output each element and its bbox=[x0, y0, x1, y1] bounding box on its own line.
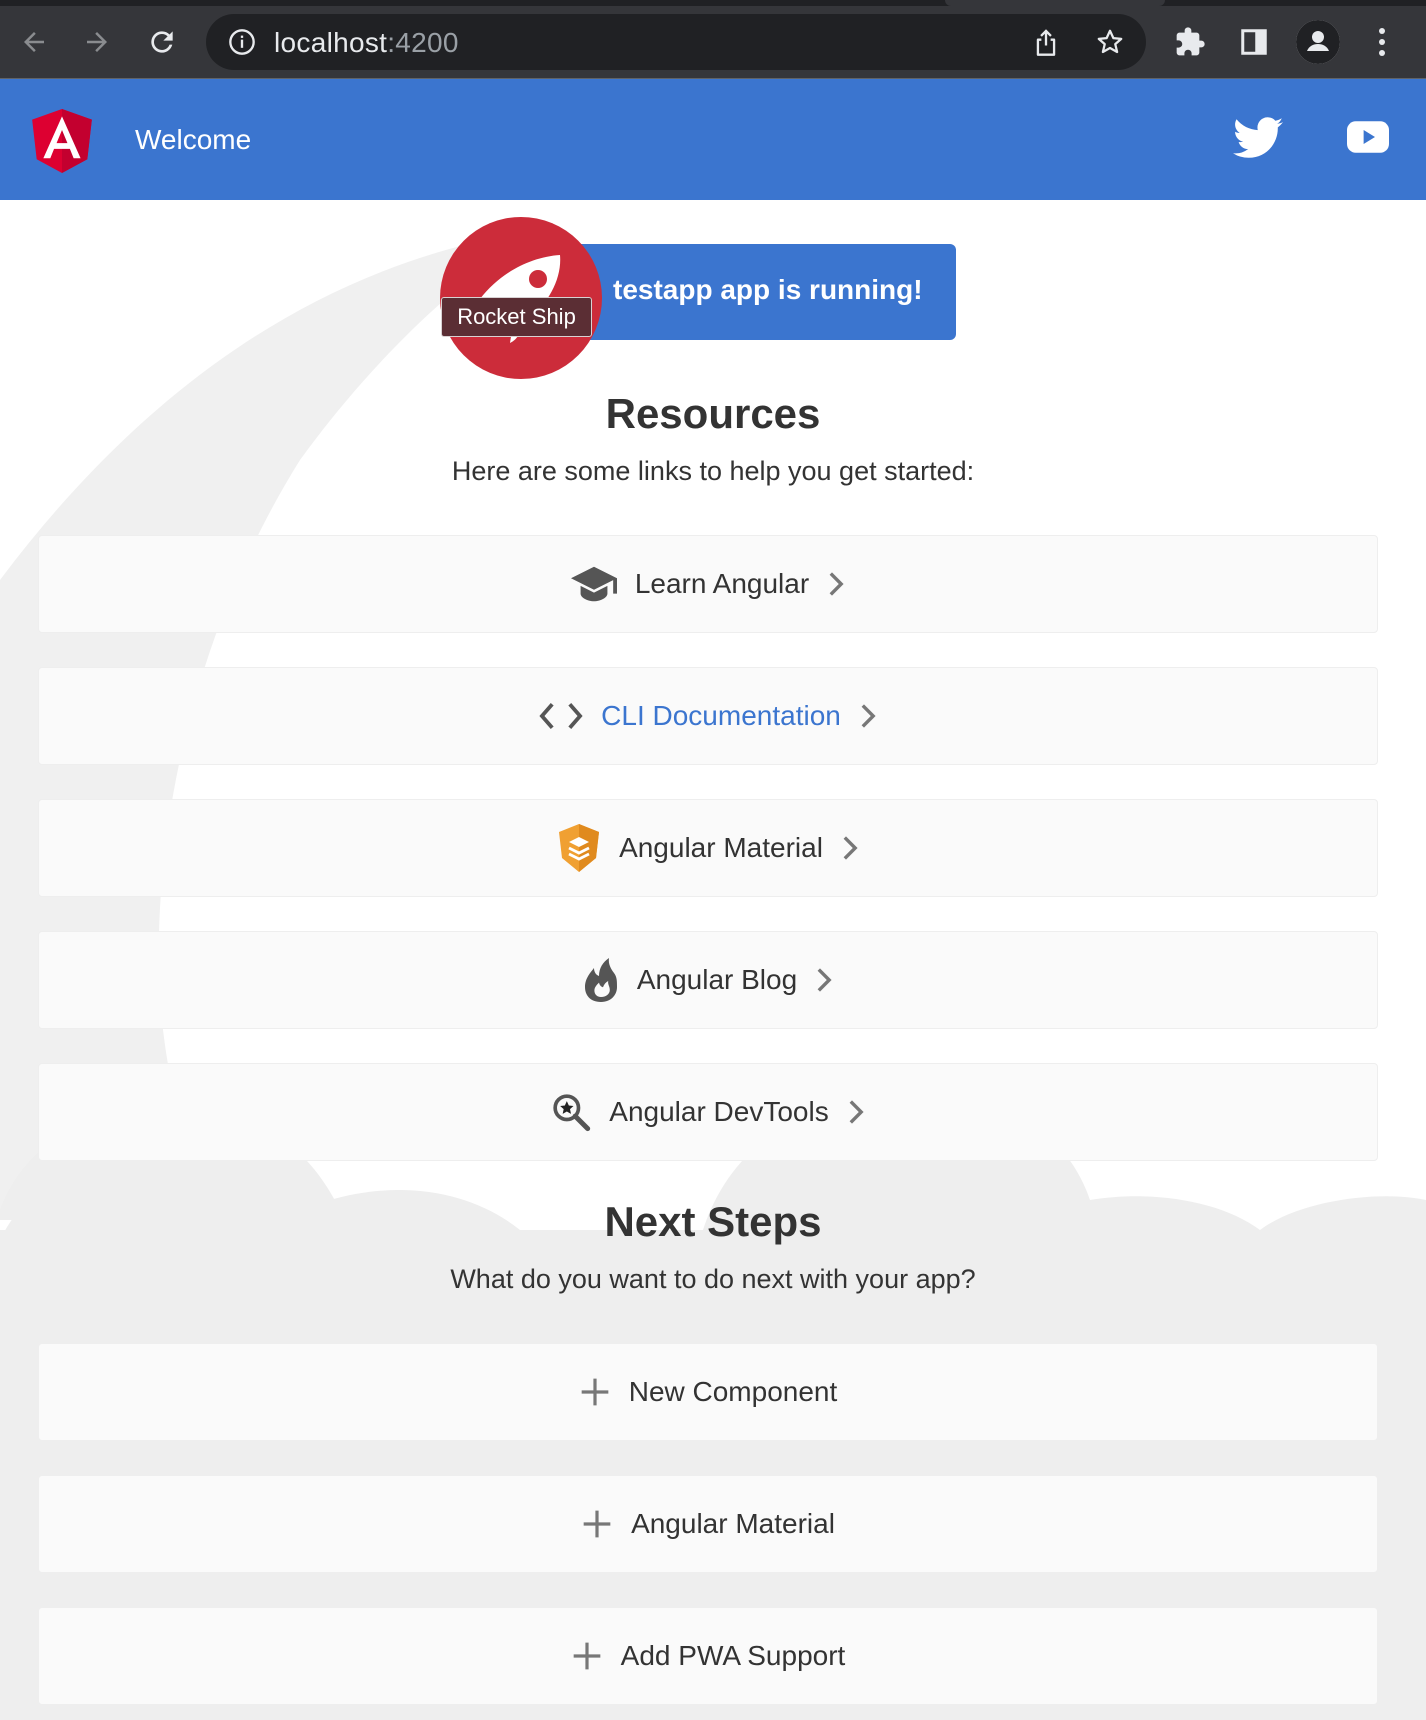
next-step-label: Add PWA Support bbox=[620, 1640, 846, 1671]
twitter-icon[interactable] bbox=[1232, 114, 1284, 162]
resources-title: Resources bbox=[605, 390, 821, 437]
app-title: Welcome bbox=[135, 124, 252, 155]
code-brackets-icon bbox=[539, 701, 583, 731]
side-panel-icon[interactable] bbox=[1236, 24, 1272, 60]
next-step-card-add-pwa-support[interactable]: Add PWA Support bbox=[38, 1607, 1378, 1705]
angular-logo-icon bbox=[30, 109, 94, 173]
plus-icon bbox=[581, 1508, 613, 1540]
flame-icon bbox=[583, 958, 619, 1002]
resource-label: Angular Blog bbox=[636, 964, 798, 995]
material-shield-icon bbox=[557, 824, 601, 872]
resource-label: Learn Angular bbox=[634, 568, 810, 599]
resource-card-angular-devtools[interactable]: Angular DevTools bbox=[38, 1063, 1378, 1161]
resources-subtitle: Here are some links to help you get star… bbox=[451, 456, 975, 486]
browser-toolbar: localhost:4200 bbox=[0, 0, 1426, 79]
graduation-cap-icon bbox=[570, 564, 617, 604]
resource-label: Angular Material bbox=[619, 832, 823, 863]
arrow-left-icon bbox=[24, 32, 44, 52]
tab-strip bbox=[0, 0, 1426, 6]
bookmark-star-icon[interactable] bbox=[1094, 26, 1126, 58]
more-menu-icon[interactable] bbox=[1366, 24, 1398, 60]
url-port: :4200 bbox=[387, 27, 459, 58]
resource-card-learn-angular[interactable]: Learn Angular bbox=[38, 535, 1378, 633]
plus-icon bbox=[579, 1376, 611, 1408]
resource-card-cli-documentation[interactable]: CLI Documentation bbox=[38, 667, 1378, 765]
url-host: localhost bbox=[274, 27, 388, 58]
next-step-label: New Component bbox=[628, 1376, 838, 1407]
back-button[interactable] bbox=[14, 22, 54, 62]
profile-avatar-icon[interactable] bbox=[1296, 20, 1340, 64]
app-toolbar: Welcome bbox=[0, 79, 1426, 200]
forward-button[interactable] bbox=[77, 22, 117, 62]
plus-icon bbox=[571, 1640, 603, 1672]
resource-label: Angular DevTools bbox=[609, 1096, 829, 1127]
next-step-label: Angular Material bbox=[631, 1508, 835, 1539]
reload-button[interactable] bbox=[142, 22, 182, 62]
resource-card-angular-blog[interactable]: Angular Blog bbox=[38, 931, 1378, 1029]
rocket-tooltip: Rocket Ship bbox=[441, 297, 592, 337]
next-steps-title: Next Steps bbox=[604, 1198, 822, 1245]
chevron-right-icon bbox=[847, 1099, 865, 1125]
magnifier-star-icon bbox=[551, 1092, 591, 1132]
extensions-puzzle-icon[interactable] bbox=[1172, 24, 1208, 60]
resource-card-angular-material[interactable]: Angular Material bbox=[38, 799, 1378, 897]
reload-icon bbox=[151, 31, 173, 53]
share-icon[interactable] bbox=[1030, 26, 1062, 58]
resource-label: CLI Documentation bbox=[601, 700, 841, 731]
running-text: testapp app is running! bbox=[613, 274, 923, 305]
chevron-right-icon bbox=[859, 703, 877, 729]
address-bar[interactable]: localhost:4200 bbox=[206, 14, 1146, 70]
arrow-right-icon bbox=[87, 32, 107, 52]
url-text[interactable]: localhost:4200 bbox=[274, 27, 459, 59]
next-steps-subtitle: What do you want to do next with your ap… bbox=[450, 1264, 976, 1294]
next-step-card-angular-material[interactable]: Angular Material bbox=[38, 1475, 1378, 1573]
info-icon[interactable] bbox=[228, 28, 256, 56]
chevron-right-icon bbox=[841, 835, 859, 861]
chevron-right-icon bbox=[827, 571, 845, 597]
chevron-right-icon bbox=[815, 967, 833, 993]
running-banner: testapp app is running! bbox=[560, 244, 956, 340]
next-step-card-new-component[interactable]: New Component bbox=[38, 1343, 1378, 1441]
youtube-icon[interactable] bbox=[1346, 117, 1390, 157]
active-tab[interactable] bbox=[945, 0, 1165, 6]
